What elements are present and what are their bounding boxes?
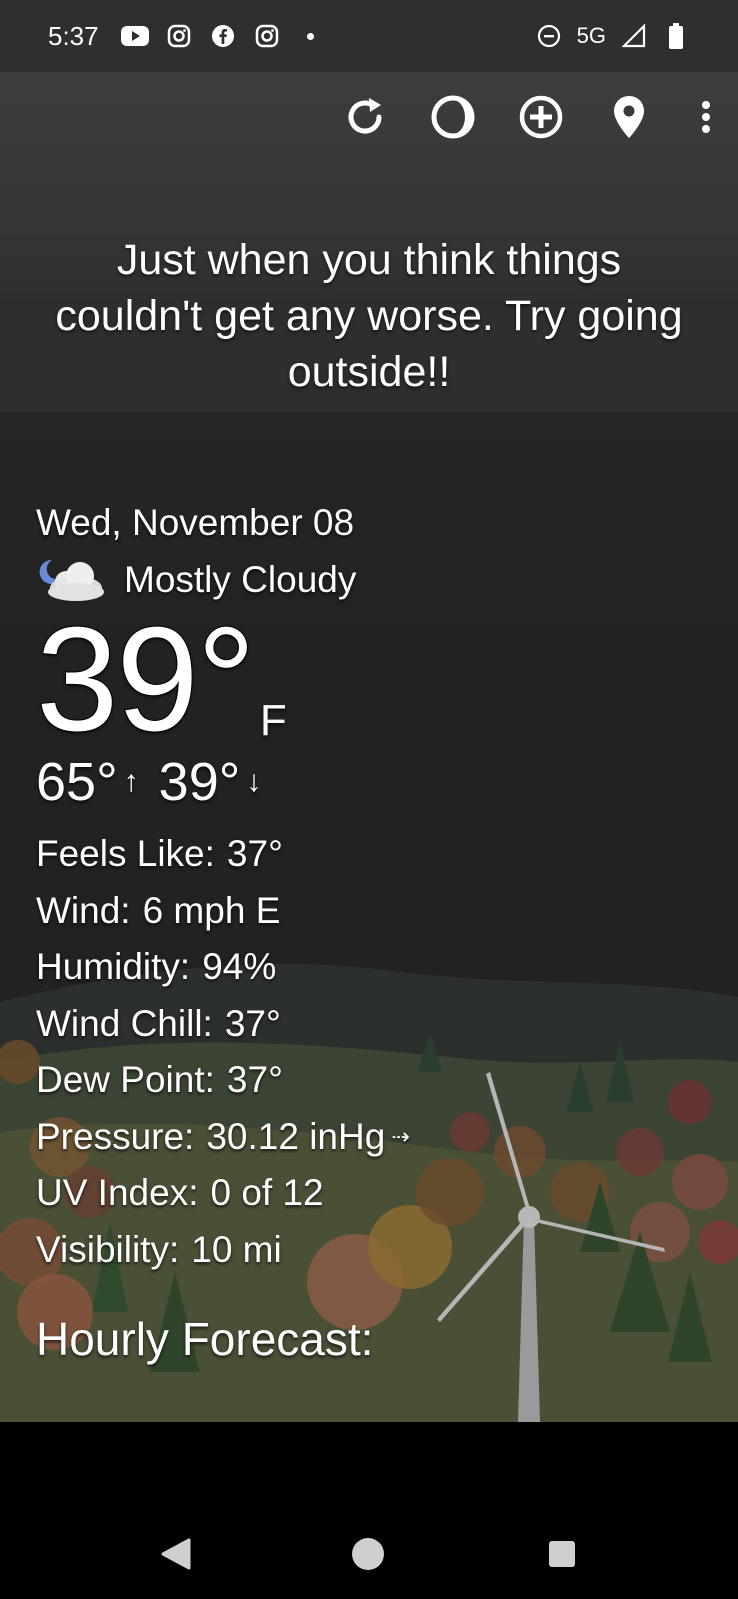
weather-app: Just when you think things couldn't get … [0,72,738,1422]
date-label: Wed, November 08 [36,502,355,543]
recents-icon[interactable] [542,1534,582,1574]
pressure-trend-icon: ⇢ [391,1123,410,1149]
status-right: 5G [535,22,690,50]
detail-value: 37° [226,1059,283,1100]
battery-icon [662,22,690,50]
detail-visibility: Visibility: 10 mi [36,1222,676,1279]
detail-label: Wind: [36,889,131,931]
detail-value: 37° [224,1002,281,1044]
location-pin-icon[interactable] [606,94,652,140]
weather-details: Feels Like: 37° Wind: 6 mph E Humidity: … [36,826,676,1278]
detail-value: 94% [202,946,277,987]
signal-icon [620,22,648,50]
quote-text: Just when you think things couldn't get … [55,236,683,396]
status-left: 5:37 [48,21,325,52]
temperature-unit: F [259,696,287,745]
detail-value: 30.12 inHg [206,1115,386,1157]
youtube-icon [120,22,149,50]
current-temperature: 39° [35,597,257,762]
temperature-row: 39° F [35,597,676,762]
detail-label: UV Index: [36,1172,199,1213]
detail-label: Humidity: [36,946,191,987]
refresh-icon[interactable] [342,94,388,140]
down-arrow-icon: ↓ [246,765,262,798]
detail-wind: Wind: 6 mph E [36,883,676,940]
screen: 5:37 5G Just when you think things could… [0,0,738,1599]
detail-value: 10 mi [191,1228,282,1270]
detail-label: Visibility: [36,1228,180,1270]
instagram-icon [253,22,281,50]
high-temperature: 65° [36,752,118,812]
facebook-icon [209,22,237,50]
low-temperature: 39° [158,752,241,812]
dot-icon [297,22,325,50]
detail-label: Wind Chill: [36,1002,213,1044]
navigation-bar [0,1422,738,1599]
add-location-icon[interactable] [518,94,564,140]
detail-label: Dew Point: [36,1059,215,1100]
detail-uv-index: UV Index: 0 of 12 [36,1165,676,1222]
condition-text: Mostly Cloudy [124,559,357,600]
high-low-row: 65° ↑ 39° ↓ [36,750,676,814]
detail-value: 37° [226,833,283,874]
current-weather: Wed, November 08 Mostly Cloudy 39° F 65°… [35,498,676,1278]
detail-dew-point: Dew Point: 37° [36,1052,676,1109]
detail-pressure: Pressure: 30.12 inHg ⇢ [36,1109,676,1166]
home-icon[interactable] [348,1534,388,1574]
detail-value: 0 of 12 [210,1172,324,1213]
detail-label: Pressure: [36,1115,195,1157]
detail-label: Feels Like: [36,833,215,874]
detail-value: 6 mph E [142,889,281,931]
more-vert-icon[interactable] [694,94,718,140]
up-arrow-icon: ↑ [123,765,139,798]
detail-feels-like: Feels Like: 37° [36,826,676,883]
network-type: 5G [576,23,606,48]
status-bar: 5:37 5G [0,0,738,72]
detail-humidity: Humidity: 94% [36,939,676,996]
toolbar [342,94,718,140]
theme-icon[interactable] [430,94,476,140]
instagram-icon [165,22,193,50]
do-not-disturb-icon [535,22,563,50]
status-time: 5:37 [48,20,99,51]
back-icon[interactable] [156,1534,196,1574]
detail-wind-chill: Wind Chill: 37° [36,996,676,1053]
hourly-forecast-title: Hourly Forecast: [36,1313,374,1365]
